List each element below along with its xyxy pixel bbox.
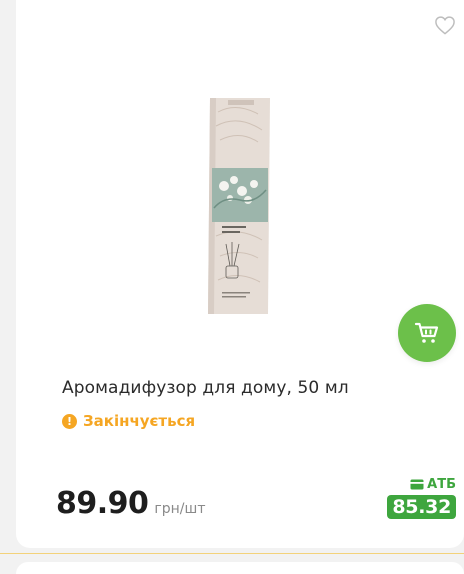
price-unit: грн/шт — [154, 501, 206, 517]
add-to-cart-button[interactable] — [398, 304, 456, 362]
stock-status-label: Закінчується — [83, 412, 196, 430]
club-label: АТБ — [427, 476, 456, 492]
wallet-card-icon — [410, 479, 424, 489]
price-value: 89.90 — [56, 486, 149, 521]
divider — [0, 553, 464, 554]
heart-outline-icon — [435, 16, 455, 35]
next-product-card[interactable] — [16, 562, 464, 574]
club-label-row: АТБ — [410, 476, 456, 492]
cart-icon — [414, 322, 439, 343]
product-title[interactable]: Аромадифузор для дому, 50 мл — [62, 378, 442, 398]
stock-status: ! Закінчується — [62, 411, 195, 431]
club-price-value: 85.32 — [387, 495, 456, 519]
club-price: АТБ 85.32 — [387, 476, 456, 519]
exclamation-icon: ! — [62, 413, 77, 429]
price: 89.90 грн/шт — [56, 486, 205, 521]
product-image[interactable] — [196, 96, 282, 318]
favorite-button[interactable] — [427, 10, 463, 40]
